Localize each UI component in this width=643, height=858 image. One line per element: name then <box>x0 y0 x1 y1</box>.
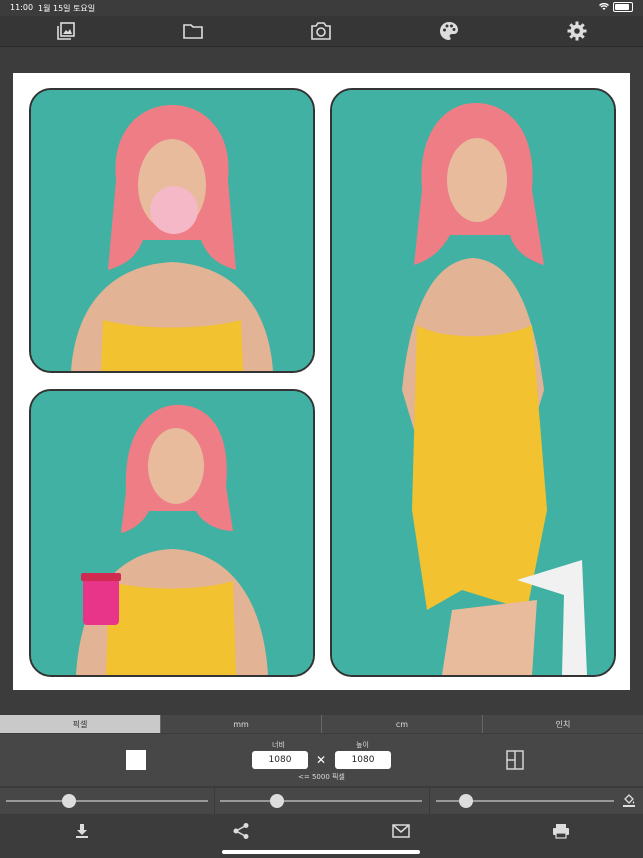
photo-2 <box>31 391 313 675</box>
folder-button[interactable] <box>182 20 204 42</box>
unit-tabs: 픽셀 mm cm 인치 <box>0 715 643 733</box>
shadow-slider-thumb[interactable] <box>459 794 473 808</box>
status-bar: 11:00 1월 15일 토요일 <box>0 0 643 16</box>
slider-panel <box>0 787 643 814</box>
height-label: 높이 <box>356 741 369 749</box>
tab-pixel[interactable]: 픽셀 <box>0 715 161 733</box>
top-toolbar <box>0 16 643 47</box>
status-time: 11:00 <box>10 3 34 12</box>
camera-icon <box>311 22 331 40</box>
status-date: 1월 15일 토요일 <box>38 4 96 13</box>
shadow-slider[interactable] <box>436 794 614 808</box>
border-slider-thumb[interactable] <box>62 794 76 808</box>
corner-slider-thumb[interactable] <box>270 794 284 808</box>
paint-bucket-icon[interactable] <box>622 793 636 807</box>
settings-button[interactable] <box>566 20 588 42</box>
share-icon <box>233 823 249 839</box>
folder-icon <box>183 24 203 39</box>
mail-icon <box>392 824 410 838</box>
size-limit-text: <= 5000 픽셀 <box>298 773 345 781</box>
palette-button[interactable] <box>438 20 460 42</box>
times-icon: ✕ <box>316 753 327 767</box>
tab-mm[interactable]: mm <box>161 715 322 733</box>
mail-button[interactable] <box>391 821 411 841</box>
photo-cell-3[interactable] <box>330 88 616 677</box>
download-button[interactable] <box>72 821 92 841</box>
photo-3 <box>332 90 614 675</box>
tab-cm[interactable]: cm <box>322 715 483 733</box>
height-input[interactable]: 1080 <box>335 751 391 769</box>
share-button[interactable] <box>231 821 251 841</box>
status-icons <box>599 2 633 12</box>
home-indicator <box>222 850 420 854</box>
border-slider[interactable] <box>6 794 208 808</box>
wifi-icon <box>599 3 609 10</box>
tab-inch[interactable]: 인치 <box>483 715 643 733</box>
download-icon <box>76 824 88 838</box>
print-icon <box>553 824 569 839</box>
size-panel: 너비 높이 1080 ✕ 1080 <= 5000 픽셀 <box>0 734 643 786</box>
layout-grid-icon[interactable] <box>506 750 524 770</box>
print-button[interactable] <box>551 821 571 841</box>
photo-cell-1[interactable] <box>29 88 315 373</box>
width-input[interactable]: 1080 <box>252 751 308 769</box>
photo-1 <box>31 90 313 371</box>
gallery-icon <box>57 22 75 40</box>
background-color-swatch[interactable] <box>126 750 146 770</box>
gear-icon <box>567 21 587 41</box>
camera-button[interactable] <box>310 20 332 42</box>
corner-slider[interactable] <box>220 794 422 808</box>
battery-icon <box>613 2 633 12</box>
gallery-button[interactable] <box>55 20 77 42</box>
width-label: 너비 <box>272 741 285 749</box>
photo-cell-2[interactable] <box>29 389 315 677</box>
collage-sheet[interactable] <box>13 73 630 690</box>
palette-icon <box>440 22 458 40</box>
